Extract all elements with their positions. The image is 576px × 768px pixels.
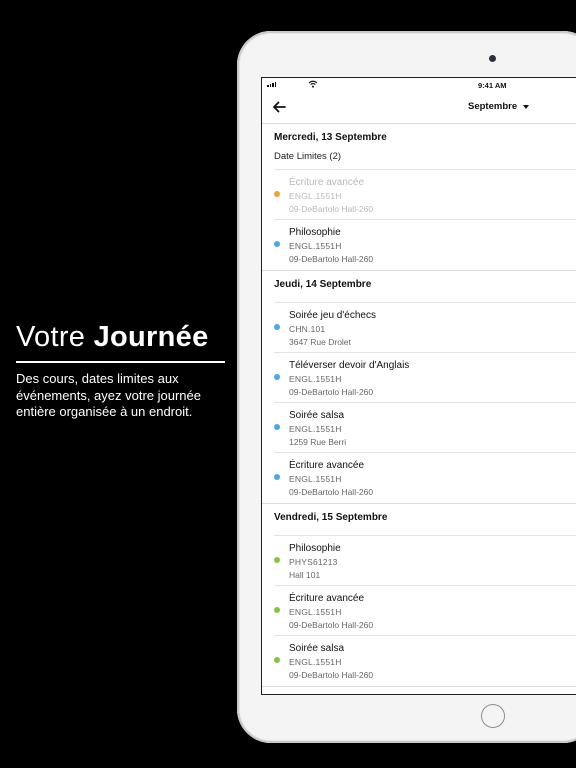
day-header: Mercredi, 13 Septembre (274, 132, 387, 143)
promo-title: Votre Journée (16, 318, 228, 356)
event-color-dot (274, 424, 280, 430)
event-title: Soirée salsa (289, 410, 345, 421)
event-title: Philosophie (289, 543, 341, 554)
day-header: Jeudi, 14 Septembre (274, 279, 372, 290)
event-title: Écriture avancée (289, 593, 365, 604)
tablet-device: 9:41 AM Septembre Mercredi, 13 Septembre… (237, 31, 576, 743)
event-course-code: PHYS61213 (289, 557, 338, 567)
month-dropdown[interactable]: Septembre (468, 101, 530, 112)
camera-icon (489, 55, 496, 62)
wifi-icon (308, 80, 318, 88)
event-color-dot (274, 241, 280, 247)
event-course-code: ENGL.1551H (289, 657, 342, 667)
event-location: 09-DeBartolo Hall-260 (289, 620, 374, 630)
event-color-dot (274, 191, 280, 197)
event-course-code: CHN.101 (289, 324, 326, 334)
day-header: Vendredi, 15 Septembre (274, 512, 388, 523)
nav-bar: Septembre (262, 92, 576, 124)
event-color-dot (274, 374, 280, 380)
event-item[interactable]: Philosophie ENGL.1551H 09-DeBartolo Hall-2… (274, 219, 576, 269)
app-screen: 9:41 AM Septembre Mercredi, 13 Septembre… (261, 77, 576, 695)
event-title: Téléverser devoir d'Anglais (289, 360, 410, 371)
agenda-list: Mercredi, 13 Septembre Date Limites (2) Éc… (262, 124, 576, 687)
event-location: 09-DeBartolo Hall-260 (289, 670, 374, 680)
event-item[interactable]: Soirée salsa ENGL.1551H 09-DeBartolo Hall-… (274, 635, 576, 685)
event-item[interactable]: Écriture avancée ENGL.1551H 09-DeBartolo H… (274, 169, 576, 219)
event-course-code: ENGL.1551H (289, 191, 342, 201)
promo-panel: Votre Journée Des cours, dates limites a… (16, 318, 228, 421)
event-item[interactable]: Soirée salsa ENGL.1551H 1259 Rue Berri (274, 402, 576, 452)
event-item[interactable]: Soirée jeu d'échecs CHN.101 3647 Rue Drole… (274, 302, 576, 352)
event-color-dot (274, 474, 280, 480)
home-button[interactable] (481, 704, 505, 728)
back-arrow-icon[interactable] (270, 98, 288, 116)
event-course-code: ENGL.1551H (289, 607, 342, 617)
signal-icon (267, 82, 277, 87)
event-color-dot (274, 324, 280, 330)
event-location: 09-DeBartolo Hall-260 (289, 487, 374, 497)
event-course-code: ENGL.1551H (289, 374, 342, 384)
event-item[interactable]: Écriture avancée ENGL.1551H 09-DeBartolo H… (274, 452, 576, 502)
promo-description: Des cours, dates limites aux événements,… (16, 371, 201, 419)
event-color-dot (274, 557, 280, 563)
promo-title-light: Votre (16, 321, 94, 353)
event-color-dot (274, 657, 280, 663)
event-title: Philosophie (289, 227, 341, 238)
event-course-code: ENGL.1551H (289, 241, 342, 251)
event-item[interactable]: Téléverser devoir d'Anglais ENGL.1551H 09-… (274, 352, 576, 402)
event-location: 09-DeBartolo Hall-260 (289, 254, 374, 264)
event-course-code: ENGL.1551H (289, 424, 342, 434)
event-title: Écriture avancée (289, 460, 365, 471)
promo-divider (16, 361, 225, 363)
event-color-dot (274, 607, 280, 613)
promo-title-bold: Journée (93, 321, 209, 353)
event-location: 09-DeBartolo Hall-260 (289, 387, 374, 397)
event-location: 1259 Rue Berri (289, 437, 347, 447)
month-label: Septembre (468, 101, 518, 112)
event-title: Soirée salsa (289, 643, 345, 654)
event-location: 09-DeBartolo Hall-260 (289, 204, 374, 214)
event-item[interactable]: Philosophie PHYS61213 Hall 101 (274, 535, 576, 585)
event-course-code: ENGL.1551H (289, 474, 342, 484)
status-bar: 9:41 AM (262, 78, 576, 92)
status-time: 9:41 AM (478, 81, 507, 90)
event-item[interactable]: Écriture avancée ENGL.1551H 09-DeBartolo H… (274, 585, 576, 635)
day-section: Jeudi, 14 Septembre Soirée jeu d'échecs CH… (262, 271, 576, 504)
event-location: Hall 101 (289, 570, 321, 580)
deadlines-count: Date Limites (2) (274, 151, 342, 162)
day-section: Vendredi, 15 Septembre Philosophie PHYS612… (262, 504, 576, 687)
day-section: Mercredi, 13 Septembre Date Limites (2) Éc… (262, 124, 576, 271)
chevron-down-icon (523, 105, 530, 109)
event-title: Soirée jeu d'échecs (289, 310, 376, 321)
event-title: Écriture avancée (289, 177, 365, 188)
event-location: 3647 Rue Drolet (289, 337, 351, 347)
